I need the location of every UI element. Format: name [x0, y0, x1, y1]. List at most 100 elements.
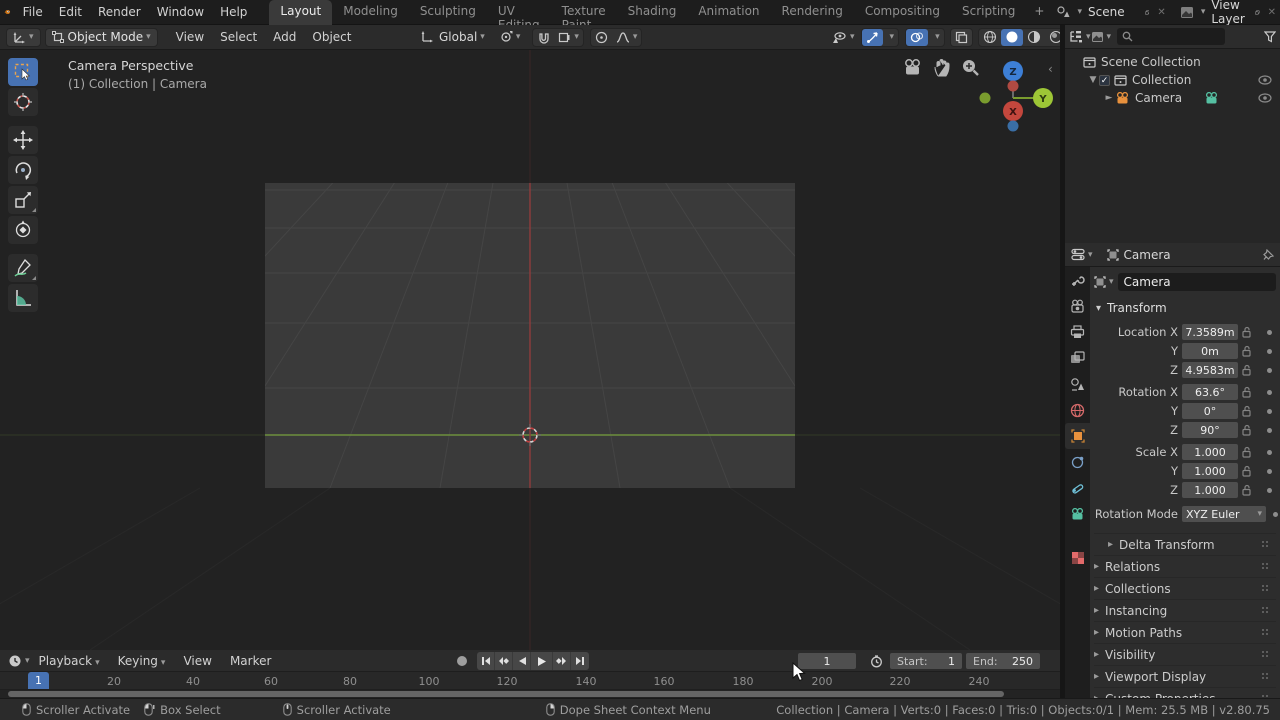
lock-icon[interactable] [1242, 326, 1260, 338]
shading-material-button[interactable] [1023, 29, 1045, 46]
play-button[interactable] [531, 652, 553, 670]
xray-toggle[interactable] [950, 28, 973, 47]
menu-view[interactable]: View [168, 30, 212, 44]
location-x-field[interactable]: 7.3589m [1182, 324, 1238, 340]
remove-view-layer-icon[interactable]: ✕ [1264, 7, 1280, 18]
scrollbar-thumb[interactable] [8, 691, 1004, 697]
current-frame-marker[interactable]: 1 [28, 672, 49, 689]
lock-icon[interactable] [1242, 345, 1260, 357]
frame-start-field[interactable]: Start: 1 [890, 653, 962, 669]
animate-dot[interactable] [1267, 450, 1272, 455]
scene-name-field[interactable]: Scene [1082, 5, 1141, 19]
tab-rendering[interactable]: Rendering [771, 0, 854, 25]
lock-icon[interactable] [1242, 364, 1260, 376]
panel-motion-paths[interactable]: Motion Paths [1094, 621, 1276, 643]
filter-icon[interactable] [1264, 31, 1276, 43]
menu-edit[interactable]: Edit [51, 5, 90, 19]
view-layer-name-field[interactable]: View Layer [1205, 0, 1250, 26]
tab-modeling[interactable]: Modeling [332, 0, 409, 25]
overlays-toggle[interactable] [906, 29, 928, 46]
overlays-dropdown[interactable] [928, 29, 944, 46]
prev-keyframe-button[interactable] [495, 652, 513, 670]
pin-icon[interactable] [1263, 249, 1274, 261]
panel-grip-icon[interactable] [1262, 607, 1270, 615]
frame-end-field[interactable]: End: 250 [966, 653, 1040, 669]
tab-constraints[interactable] [1065, 475, 1090, 501]
gizmo-minus-y-axis[interactable] [1008, 81, 1019, 92]
new-view-layer-icon[interactable] [1255, 6, 1260, 19]
collection-checkbox[interactable]: ✓ [1099, 75, 1110, 86]
menu-add[interactable]: Add [265, 30, 304, 44]
animate-dot[interactable] [1267, 488, 1272, 493]
hide-object-eye-icon[interactable] [1258, 93, 1272, 103]
tool-transform[interactable] [8, 216, 38, 244]
tool-select-box[interactable] [8, 58, 38, 86]
proportional-toggle[interactable] [591, 29, 612, 46]
pan-view-icon[interactable] [932, 58, 952, 78]
shading-wireframe-button[interactable] [979, 29, 1001, 46]
mode-dropdown[interactable]: Object Mode [45, 28, 158, 47]
tab-object-data[interactable] [1065, 501, 1090, 527]
next-keyframe-button[interactable] [553, 652, 571, 670]
tab-texture-paint[interactable]: Texture Paint [551, 0, 617, 25]
outliner-display-mode-button[interactable] [1091, 31, 1112, 43]
menu-playback[interactable]: Playback [30, 654, 109, 668]
axis-gizmo[interactable]: Z Y X [972, 58, 1060, 136]
object-id-icon-button[interactable] [1094, 276, 1114, 288]
menu-marker[interactable]: Marker [221, 654, 280, 668]
menu-select[interactable]: Select [212, 30, 265, 44]
visibility-dropdown[interactable] [832, 31, 855, 44]
snap-settings-dropdown[interactable] [554, 29, 583, 46]
pivot-dropdown[interactable] [499, 30, 521, 44]
tab-render[interactable] [1065, 293, 1090, 319]
editor-type-button[interactable] [6, 28, 41, 47]
tool-rotate[interactable] [8, 156, 38, 184]
gizmo-minus-x-axis[interactable] [980, 93, 991, 104]
tool-annotate[interactable] [8, 254, 38, 282]
gizmo-minus-z-axis[interactable] [1008, 121, 1019, 132]
location-z-field[interactable]: 4.9583m [1182, 362, 1238, 378]
object-name-input[interactable]: Camera [1118, 273, 1276, 291]
tab-uv-editing[interactable]: UV Editing [487, 0, 551, 25]
menu-file[interactable]: File [15, 5, 51, 19]
sidebar-collapse-arrow[interactable]: ‹ [1048, 62, 1053, 76]
menu-object[interactable]: Object [304, 30, 359, 44]
play-reverse-button[interactable] [513, 652, 531, 670]
timeline-ruler[interactable]: 1 20 40 60 80 100 120 140 160 180 200 22… [0, 672, 1060, 690]
menu-tl-view[interactable]: View [174, 654, 220, 668]
shading-solid-button[interactable] [1001, 29, 1023, 46]
lock-icon[interactable] [1242, 386, 1260, 398]
lock-icon[interactable] [1242, 424, 1260, 436]
outliner-search-input[interactable] [1117, 28, 1225, 45]
panel-grip-icon[interactable] [1262, 629, 1270, 637]
rotation-mode-dropdown[interactable]: XYZ Euler [1182, 506, 1266, 522]
tool-cursor[interactable] [8, 88, 38, 116]
falloff-dropdown[interactable] [612, 29, 642, 46]
rotation-y-field[interactable]: 0° [1182, 403, 1238, 419]
animate-dot[interactable] [1267, 349, 1272, 354]
jump-to-end-button[interactable] [571, 652, 589, 670]
add-workspace-button[interactable]: + [1026, 0, 1052, 25]
record-button[interactable] [455, 654, 469, 668]
transform-panel-header[interactable]: Transform [1096, 301, 1276, 315]
lock-icon[interactable] [1242, 465, 1260, 477]
panel-grip-icon[interactable] [1262, 651, 1270, 659]
animate-dot[interactable] [1267, 390, 1272, 395]
use-preview-range-icon[interactable] [870, 655, 883, 668]
tab-physics[interactable] [1065, 449, 1090, 475]
tab-output[interactable] [1065, 319, 1090, 345]
panel-grip-icon[interactable] [1262, 563, 1270, 571]
tab-compositing[interactable]: Compositing [854, 0, 951, 25]
collapse-arrow-icon[interactable]: ► [1103, 93, 1115, 103]
outliner-item-scene-collection[interactable]: Scene Collection [1065, 53, 1280, 71]
panel-visibility[interactable]: Visibility [1094, 643, 1276, 665]
panel-collections[interactable]: Collections [1094, 577, 1276, 599]
rotation-z-field[interactable]: 90° [1182, 422, 1238, 438]
tab-view-layer[interactable] [1065, 345, 1090, 371]
viewport-3d[interactable]: Camera Perspective (1) Collection | Came… [0, 50, 1060, 650]
timeline-editor-type-button[interactable] [8, 654, 30, 668]
tab-scene[interactable] [1065, 371, 1090, 397]
location-y-field[interactable]: 0m [1182, 343, 1238, 359]
hide-collection-eye-icon[interactable] [1258, 75, 1272, 85]
menu-render[interactable]: Render [90, 5, 149, 19]
